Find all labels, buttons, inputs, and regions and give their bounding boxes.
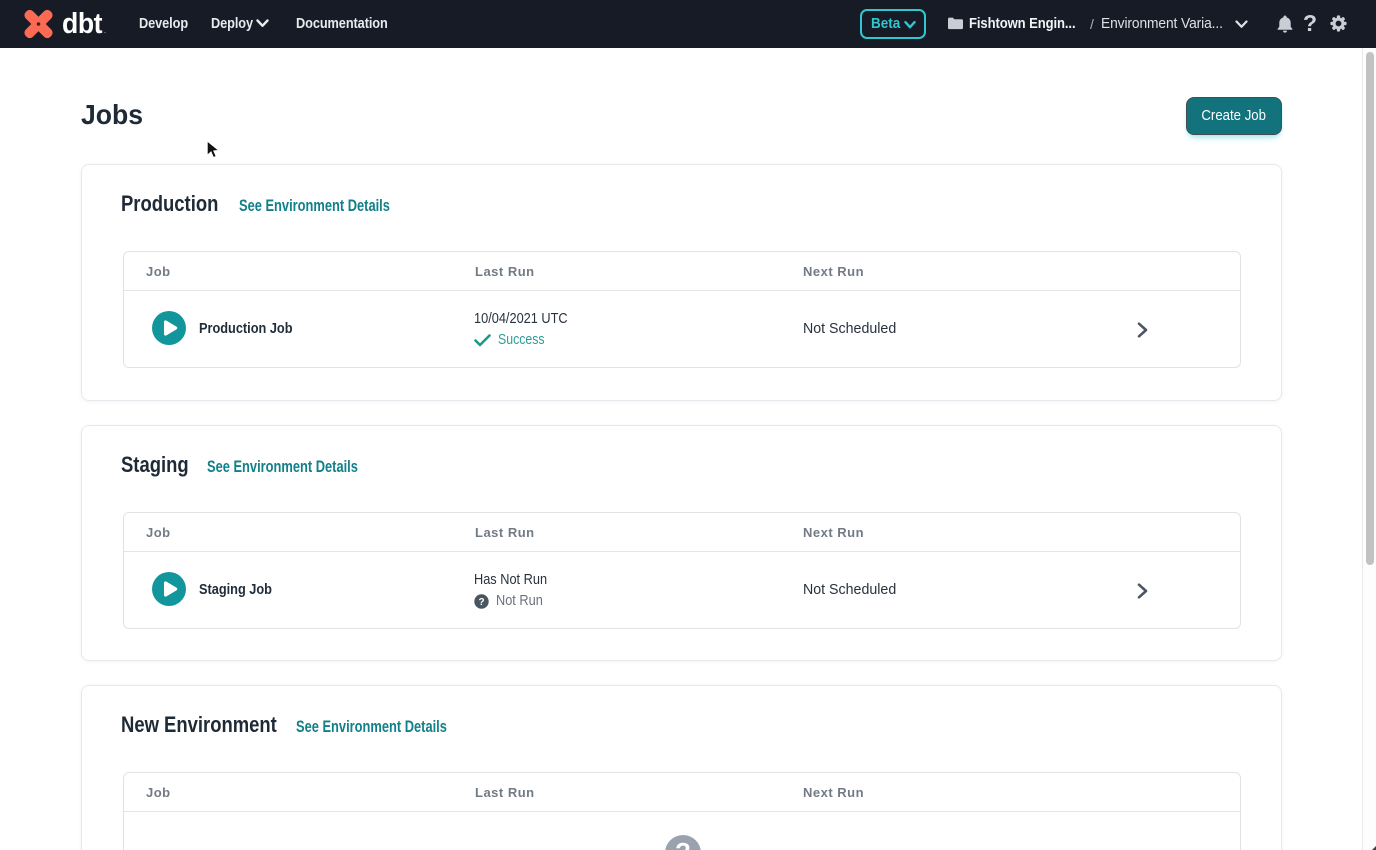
- svg-text:?: ?: [478, 597, 484, 608]
